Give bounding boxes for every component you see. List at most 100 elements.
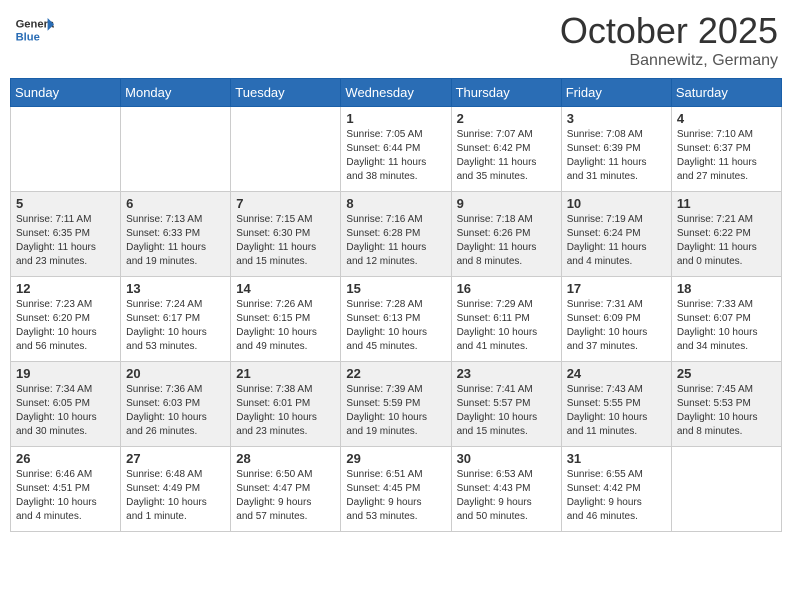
day-detail: Sunrise: 7:21 AM Sunset: 6:22 PM Dayligh…: [677, 213, 776, 269]
day-cell-11: 11 Sunrise: 7:21 AM Sunset: 6:22 PM Dayli…: [671, 192, 781, 277]
day-detail: Sunrise: 7:18 AM Sunset: 6:26 PM Dayligh…: [457, 213, 556, 269]
day-number: 5: [16, 196, 115, 211]
day-cell-17: 17Sunrise: 7:31 AM Sunset: 6:09 PM Dayli…: [561, 277, 671, 362]
day-detail: Sunrise: 6:51 AM Sunset: 4:45 PM Dayligh…: [346, 468, 445, 524]
day-cell-27: 27 Sunrise: 6:48 AM Sunset: 4:49 PM Dayli…: [121, 447, 231, 532]
day-number: 20: [126, 366, 225, 381]
day-cell-5: 5 Sunrise: 7:11 AM Sunset: 6:35 PM Daylig…: [11, 192, 121, 277]
title-block: October 2025 Bannewitz, Germany: [560, 10, 778, 70]
day-cell-30: 30 Sunrise: 6:53 AM Sunset: 4:43 PM Dayli…: [451, 447, 561, 532]
day-number: 12: [16, 281, 115, 296]
day-number: 26: [16, 451, 115, 466]
day-number: 2: [457, 111, 556, 126]
week-row-2: 5 Sunrise: 7:11 AM Sunset: 6:35 PM Daylig…: [11, 192, 782, 277]
day-cell-8: 8Sunrise: 7:16 AM Sunset: 6:28 PM Daylig…: [341, 192, 451, 277]
logo-icon: General Blue: [14, 10, 54, 50]
empty-cell: [11, 107, 121, 192]
day-cell-1: 1Sunrise: 7:05 AM Sunset: 6:44 PM Daylig…: [341, 107, 451, 192]
day-detail: Sunrise: 7:16 AM Sunset: 6:28 PM Dayligh…: [346, 213, 445, 269]
day-detail: Sunrise: 7:26 AM Sunset: 6:15 PM Dayligh…: [236, 298, 335, 354]
day-detail: Sunrise: 6:46 AM Sunset: 4:51 PM Dayligh…: [16, 468, 115, 524]
day-number: 31: [567, 451, 666, 466]
calendar-header-row: SundayMondayTuesdayWednesdayThursdayFrid…: [11, 79, 782, 107]
day-detail: Sunrise: 7:33 AM Sunset: 6:07 PM Dayligh…: [677, 298, 776, 354]
week-row-5: 26 Sunrise: 6:46 AM Sunset: 4:51 PM Dayli…: [11, 447, 782, 532]
day-cell-3: 3 Sunrise: 7:08 AM Sunset: 6:39 PM Daylig…: [561, 107, 671, 192]
col-header-wednesday: Wednesday: [341, 79, 451, 107]
day-detail: Sunrise: 6:48 AM Sunset: 4:49 PM Dayligh…: [126, 468, 225, 524]
day-number: 9: [457, 196, 556, 211]
day-cell-15: 15 Sunrise: 7:28 AM Sunset: 6:13 PM Dayli…: [341, 277, 451, 362]
day-detail: Sunrise: 7:24 AM Sunset: 6:17 PM Dayligh…: [126, 298, 225, 354]
col-header-thursday: Thursday: [451, 79, 561, 107]
day-detail: Sunrise: 7:41 AM Sunset: 5:57 PM Dayligh…: [457, 383, 556, 439]
day-detail: Sunrise: 7:28 AM Sunset: 6:13 PM Dayligh…: [346, 298, 445, 354]
day-detail: Sunrise: 6:53 AM Sunset: 4:43 PM Dayligh…: [457, 468, 556, 524]
empty-cell: [671, 447, 781, 532]
day-number: 25: [677, 366, 776, 381]
svg-text:Blue: Blue: [16, 31, 40, 43]
day-cell-16: 16 Sunrise: 7:29 AM Sunset: 6:11 PM Dayli…: [451, 277, 561, 362]
day-detail: Sunrise: 7:08 AM Sunset: 6:39 PM Dayligh…: [567, 128, 666, 184]
calendar-table: SundayMondayTuesdayWednesdayThursdayFrid…: [10, 78, 782, 532]
day-detail: Sunrise: 7:36 AM Sunset: 6:03 PM Dayligh…: [126, 383, 225, 439]
day-cell-26: 26 Sunrise: 6:46 AM Sunset: 4:51 PM Dayli…: [11, 447, 121, 532]
day-detail: Sunrise: 7:34 AM Sunset: 6:05 PM Dayligh…: [16, 383, 115, 439]
day-detail: Sunrise: 7:11 AM Sunset: 6:35 PM Dayligh…: [16, 213, 115, 269]
week-row-1: 1Sunrise: 7:05 AM Sunset: 6:44 PM Daylig…: [11, 107, 782, 192]
empty-cell: [231, 107, 341, 192]
week-row-3: 12 Sunrise: 7:23 AM Sunset: 6:20 PM Dayli…: [11, 277, 782, 362]
day-number: 23: [457, 366, 556, 381]
day-detail: Sunrise: 7:10 AM Sunset: 6:37 PM Dayligh…: [677, 128, 776, 184]
day-cell-19: 19Sunrise: 7:34 AM Sunset: 6:05 PM Dayli…: [11, 362, 121, 447]
day-number: 15: [346, 281, 445, 296]
day-number: 6: [126, 196, 225, 211]
day-detail: Sunrise: 7:43 AM Sunset: 5:55 PM Dayligh…: [567, 383, 666, 439]
day-detail: Sunrise: 6:50 AM Sunset: 4:47 PM Dayligh…: [236, 468, 335, 524]
day-cell-9: 9 Sunrise: 7:18 AM Sunset: 6:26 PM Daylig…: [451, 192, 561, 277]
day-cell-29: 29Sunrise: 6:51 AM Sunset: 4:45 PM Dayli…: [341, 447, 451, 532]
day-number: 22: [346, 366, 445, 381]
day-detail: Sunrise: 7:15 AM Sunset: 6:30 PM Dayligh…: [236, 213, 335, 269]
day-number: 3: [567, 111, 666, 126]
day-number: 27: [126, 451, 225, 466]
day-detail: Sunrise: 7:07 AM Sunset: 6:42 PM Dayligh…: [457, 128, 556, 184]
col-header-saturday: Saturday: [671, 79, 781, 107]
col-header-friday: Friday: [561, 79, 671, 107]
day-detail: Sunrise: 7:23 AM Sunset: 6:20 PM Dayligh…: [16, 298, 115, 354]
day-cell-2: 2 Sunrise: 7:07 AM Sunset: 6:42 PM Daylig…: [451, 107, 561, 192]
day-detail: Sunrise: 7:13 AM Sunset: 6:33 PM Dayligh…: [126, 213, 225, 269]
day-detail: Sunrise: 7:38 AM Sunset: 6:01 PM Dayligh…: [236, 383, 335, 439]
location-title: Bannewitz, Germany: [560, 52, 778, 70]
month-title: October 2025: [560, 10, 778, 52]
day-detail: Sunrise: 7:29 AM Sunset: 6:11 PM Dayligh…: [457, 298, 556, 354]
day-cell-25: 25 Sunrise: 7:45 AM Sunset: 5:53 PM Dayli…: [671, 362, 781, 447]
day-cell-14: 14 Sunrise: 7:26 AM Sunset: 6:15 PM Dayli…: [231, 277, 341, 362]
day-cell-12: 12 Sunrise: 7:23 AM Sunset: 6:20 PM Dayli…: [11, 277, 121, 362]
day-cell-22: 22 Sunrise: 7:39 AM Sunset: 5:59 PM Dayli…: [341, 362, 451, 447]
day-number: 10: [567, 196, 666, 211]
day-number: 1: [346, 111, 445, 126]
day-cell-10: 10Sunrise: 7:19 AM Sunset: 6:24 PM Dayli…: [561, 192, 671, 277]
day-number: 17: [567, 281, 666, 296]
day-detail: Sunrise: 7:45 AM Sunset: 5:53 PM Dayligh…: [677, 383, 776, 439]
day-number: 14: [236, 281, 335, 296]
day-number: 21: [236, 366, 335, 381]
day-cell-4: 4 Sunrise: 7:10 AM Sunset: 6:37 PM Daylig…: [671, 107, 781, 192]
day-number: 16: [457, 281, 556, 296]
day-cell-23: 23 Sunrise: 7:41 AM Sunset: 5:57 PM Dayli…: [451, 362, 561, 447]
week-row-4: 19Sunrise: 7:34 AM Sunset: 6:05 PM Dayli…: [11, 362, 782, 447]
day-number: 30: [457, 451, 556, 466]
col-header-monday: Monday: [121, 79, 231, 107]
col-header-tuesday: Tuesday: [231, 79, 341, 107]
day-cell-20: 20 Sunrise: 7:36 AM Sunset: 6:03 PM Dayli…: [121, 362, 231, 447]
day-detail: Sunrise: 6:55 AM Sunset: 4:42 PM Dayligh…: [567, 468, 666, 524]
day-number: 18: [677, 281, 776, 296]
day-cell-13: 13Sunrise: 7:24 AM Sunset: 6:17 PM Dayli…: [121, 277, 231, 362]
day-detail: Sunrise: 7:39 AM Sunset: 5:59 PM Dayligh…: [346, 383, 445, 439]
day-number: 4: [677, 111, 776, 126]
day-number: 7: [236, 196, 335, 211]
day-number: 11: [677, 196, 776, 211]
logo: General Blue: [14, 10, 58, 50]
day-cell-6: 6 Sunrise: 7:13 AM Sunset: 6:33 PM Daylig…: [121, 192, 231, 277]
